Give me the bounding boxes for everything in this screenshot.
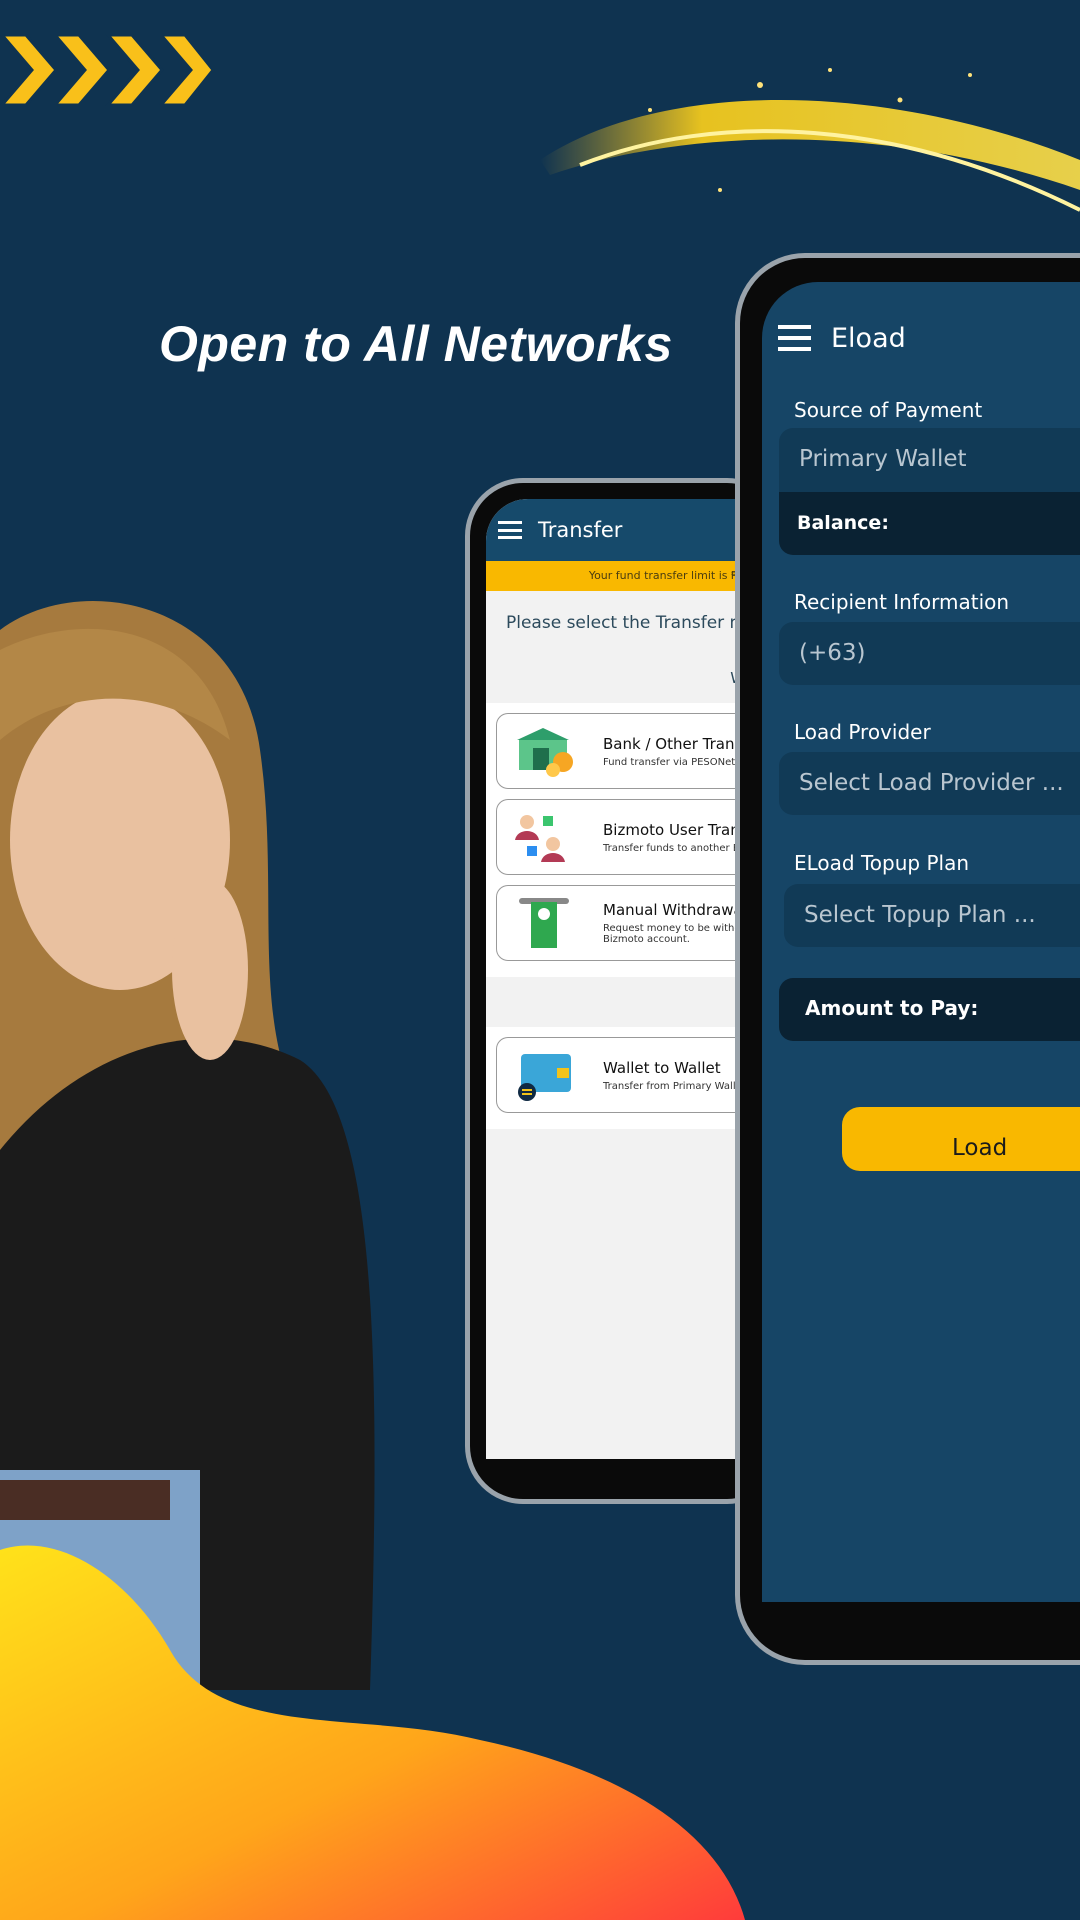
eload-screen: Eload Source of Payment Primary Wallet B… [762, 282, 1080, 1602]
menu-icon[interactable] [498, 521, 522, 539]
recipient-number-input[interactable]: (+63) [779, 622, 1080, 685]
users-transfer-icon [515, 815, 565, 862]
woman-photo [0, 601, 375, 1690]
eload-header: Eload [762, 308, 1080, 368]
option-name: Bizmoto User Trans [603, 820, 748, 839]
option-name: Wallet to Wallet [603, 1058, 721, 1077]
load-button[interactable]: Load [842, 1107, 1080, 1171]
source-of-payment-select[interactable]: Primary Wallet [779, 428, 1080, 492]
plan-label: ELoad Topup Plan [794, 851, 969, 875]
android-nav-bar [470, 1459, 780, 1499]
gold-swoosh-decoration [540, 68, 1080, 212]
bank-icon [517, 728, 573, 777]
wallet-icon [518, 1054, 571, 1101]
headline: Open to All Networks [159, 316, 673, 372]
load-provider-select[interactable]: Select Load Provider ... [779, 752, 1080, 815]
option-desc: Transfer from Primary Walle [603, 1080, 742, 1092]
eload-title: Eload [831, 322, 906, 354]
android-nav-bar [740, 1620, 1080, 1660]
option-name: Bank / Other Tran [603, 734, 735, 753]
cash-withdraw-icon [519, 898, 569, 948]
chevrons-decoration [0, 33, 215, 107]
source-label: Source of Payment [794, 398, 983, 422]
topup-plan-select[interactable]: Select Topup Plan ... [784, 884, 1080, 947]
option-desc: Fund transfer via PESONet [603, 756, 736, 768]
option-desc-line2: Bizmoto account. [603, 934, 690, 945]
transfer-title: Transfer [538, 518, 623, 542]
menu-icon[interactable] [778, 325, 811, 351]
amount-to-pay-display: Amount to Pay: [779, 978, 1080, 1041]
option-desc: Request money to be withd [603, 923, 741, 934]
option-desc: Transfer funds to another B [603, 842, 740, 854]
provider-label: Load Provider [794, 720, 931, 744]
balance-display: Balance: [779, 492, 1080, 555]
eload-phone: Eload Source of Payment Primary Wallet B… [735, 253, 1080, 1665]
recipient-label: Recipient Information [794, 590, 1010, 614]
orange-wave-decoration [0, 1545, 745, 1920]
option-name: Manual Withdrawa [603, 901, 743, 919]
